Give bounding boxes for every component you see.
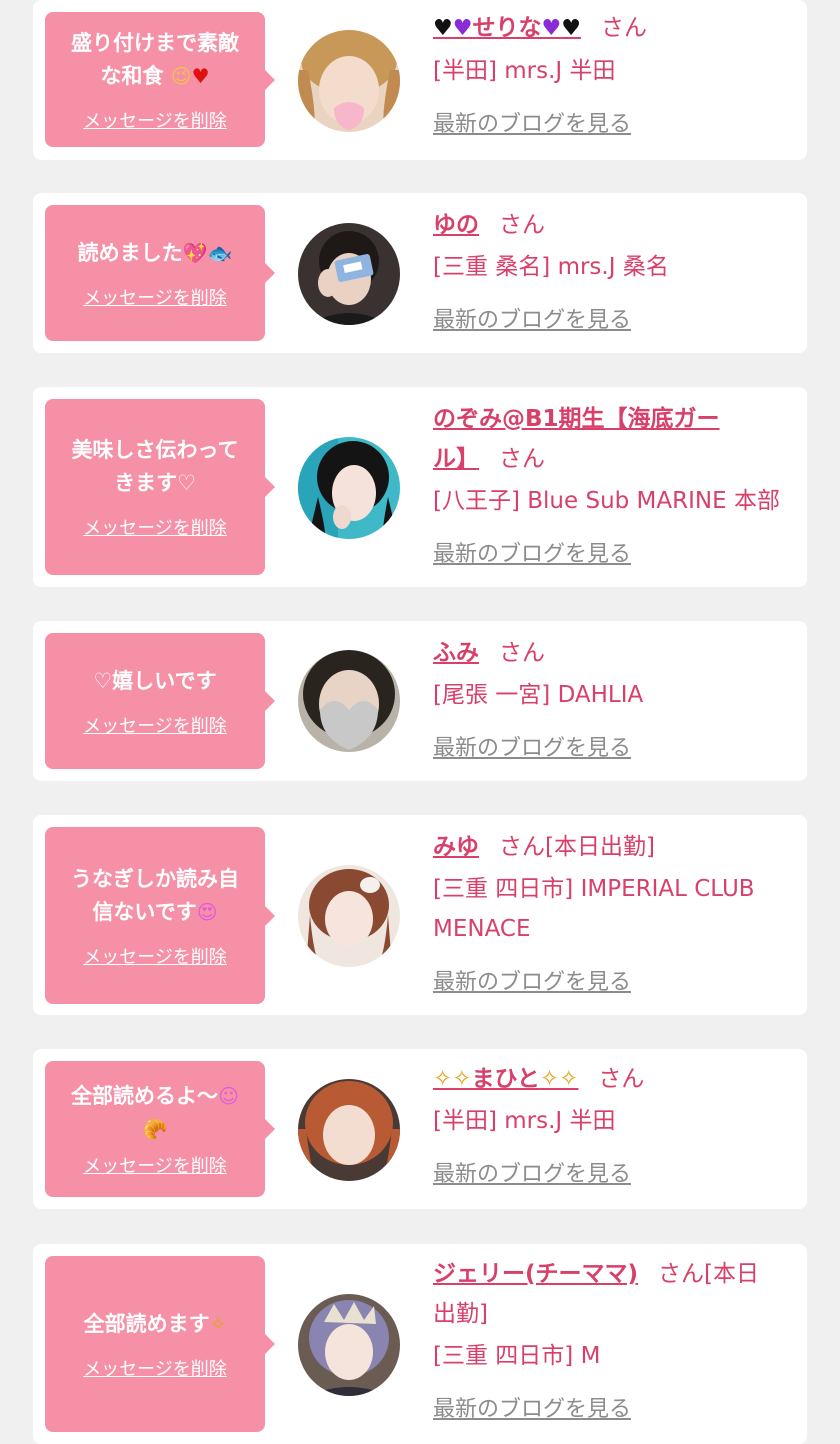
girl-name-link[interactable]: ジェリー(チーママ) bbox=[433, 1261, 638, 1287]
message-bubble: うなぎしか読み自 信ないです😍 メッセージを削除 bbox=[45, 827, 275, 1004]
message-text: 美味しさ伝わって きます♡ bbox=[71, 438, 239, 495]
message-text: うなぎしか読み自 信ないです😍 bbox=[71, 866, 239, 924]
girl-name-link[interactable]: のぞみ@B1期生【海底ガー ル】 bbox=[433, 406, 720, 472]
purple-heart-icon: ♥ bbox=[452, 16, 473, 41]
honorific: さん bbox=[658, 1261, 705, 1287]
red-heart-icon: ♥ bbox=[191, 63, 210, 88]
purple-heart-icon: ♥ bbox=[541, 16, 562, 41]
girl-name-link[interactable]: ふみ bbox=[433, 640, 479, 666]
delete-message-link[interactable]: メッセージを削除 bbox=[83, 712, 227, 738]
delete-message-link[interactable]: メッセージを削除 bbox=[83, 1355, 227, 1381]
delete-message-link[interactable]: メッセージを削除 bbox=[83, 284, 227, 310]
wink-face-icon: 😉 bbox=[170, 63, 192, 88]
delete-message-link[interactable]: メッセージを削除 bbox=[83, 514, 227, 540]
girl-name-link[interactable]: ✧✧まひと✧✧ bbox=[433, 1066, 578, 1092]
avatar[interactable] bbox=[298, 223, 400, 325]
girl-name-link[interactable]: ♥♥せりな♥♥ bbox=[433, 15, 581, 41]
message-text: 全部読めるよ〜☺ 🥐 bbox=[71, 1084, 239, 1141]
avatar[interactable] bbox=[298, 1079, 400, 1181]
avatar[interactable] bbox=[298, 1294, 400, 1396]
girl-info: ふみ さん [尾張 一宮] DAHLIA 最新のブログを見る bbox=[433, 633, 801, 769]
avatar[interactable] bbox=[298, 865, 400, 967]
latest-blog-link[interactable]: 最新のブログを見る bbox=[433, 535, 801, 575]
message-bubble: 全部読めるよ〜☺ 🥐 メッセージを削除 bbox=[45, 1061, 275, 1197]
message-text: 全部読めます✧ bbox=[83, 1311, 227, 1336]
latest-blog-link[interactable]: 最新のブログを見る bbox=[433, 301, 801, 341]
fish-icon: 🐟 bbox=[207, 240, 233, 265]
message-bubble: 読めました💖🐟 メッセージを削除 bbox=[45, 205, 275, 341]
latest-blog-link[interactable]: 最新のブログを見る bbox=[433, 963, 801, 1003]
message-text: 読めました💖🐟 bbox=[77, 240, 233, 265]
sparkling-heart-icon: 💖 bbox=[182, 240, 208, 265]
honorific: さん bbox=[598, 1066, 645, 1092]
message-text: ♡嬉しいです bbox=[93, 668, 217, 693]
delete-message-link[interactable]: メッセージを削除 bbox=[83, 943, 227, 969]
area-shop: [八王子] Blue Sub MARINE 本部 bbox=[433, 488, 780, 514]
area-shop: [三重 四日市] M bbox=[433, 1343, 601, 1369]
sparkles-icon: ✧✧ bbox=[539, 1066, 579, 1092]
girl-info: ♥♥せりな♥♥ さん [半田] mrs.J 半田 最新のブログを見る bbox=[433, 8, 801, 145]
heart-eyes-face-icon: 😍 bbox=[196, 899, 218, 924]
avatar[interactable] bbox=[298, 437, 400, 539]
message-card: 美味しさ伝わって きます♡ メッセージを削除 のぞみ@B1期生【海底ガー ル】 さん… bbox=[33, 387, 807, 587]
area-shop: [半田] mrs.J 半田 bbox=[433, 58, 616, 84]
latest-blog-link[interactable]: 最新のブログを見る bbox=[433, 729, 801, 769]
message-bubble: ♡嬉しいです メッセージを削除 bbox=[45, 633, 275, 769]
girl-info: ゆの さん [三重 桑名] mrs.J 桑名 最新のブログを見る bbox=[433, 205, 801, 341]
sparkles-icon: ✧✧ bbox=[433, 1066, 472, 1092]
message-bubble: 全部読めます✧ メッセージを削除 bbox=[45, 1256, 275, 1432]
girl-info: ジェリー(チーママ) さん[本日 出勤] [三重 四日市] M 最新のブログを見る bbox=[433, 1254, 801, 1430]
message-card: 全部読めるよ〜☺ 🥐 メッセージを削除 ✧✧まひと✧✧ さん [半田] mrs.J… bbox=[33, 1049, 807, 1209]
honorific: さん bbox=[499, 834, 545, 860]
girl-info: のぞみ@B1期生【海底ガー ル】 さん [八王子] Blue Sub MARINE … bbox=[433, 399, 801, 575]
delete-message-link[interactable]: メッセージを削除 bbox=[83, 107, 227, 133]
area-shop: [三重 桑名] mrs.J 桑名 bbox=[433, 254, 669, 280]
delete-message-link[interactable]: メッセージを削除 bbox=[83, 1152, 227, 1178]
message-bubble: 美味しさ伝わって きます♡ メッセージを削除 bbox=[45, 399, 275, 575]
avatar[interactable] bbox=[298, 650, 400, 752]
girl-info: ✧✧まひと✧✧ さん [半田] mrs.J 半田 最新のブログを見る bbox=[433, 1059, 801, 1195]
honorific: さん bbox=[499, 446, 545, 472]
message-card: 全部読めます✧ メッセージを削除 ジェリー(チーママ) さん[本日 出勤] [三重… bbox=[33, 1244, 807, 1444]
sparkles-icon: ✧ bbox=[209, 1311, 227, 1336]
area-shop: [尾張 一宮] DAHLIA bbox=[433, 682, 644, 708]
black-heart-icon: ♥ bbox=[561, 16, 581, 41]
avatar[interactable] bbox=[298, 30, 400, 132]
favorites-list: 盛り付けまで素敵 な和食 😉♥ メッセージを削除 ♥♥せりな♥♥ さん [半田] … bbox=[0, 0, 840, 1444]
message-bubble: 盛り付けまで素敵 な和食 😉♥ メッセージを削除 bbox=[45, 12, 275, 147]
latest-blog-link[interactable]: 最新のブログを見る bbox=[433, 105, 801, 145]
area-shop: [半田] mrs.J 半田 bbox=[433, 1108, 616, 1134]
bread-icon: 🥐 bbox=[142, 1117, 168, 1141]
girl-info: みゆ さん[本日出勤] [三重 四日市] IMPERIAL CLUB MENACE… bbox=[433, 827, 801, 1003]
message-card: 盛り付けまで素敵 な和食 😉♥ メッセージを削除 ♥♥せりな♥♥ さん [半田] … bbox=[33, 0, 807, 160]
work-status: [本日 bbox=[704, 1261, 760, 1287]
message-card: うなぎしか読み自 信ないです😍 メッセージを削除 みゆ さん[本日出勤] [三重 … bbox=[33, 815, 807, 1015]
honorific: さん bbox=[499, 212, 545, 238]
honorific: さん bbox=[600, 15, 647, 41]
work-status: [本日出勤] bbox=[545, 834, 655, 860]
latest-blog-link[interactable]: 最新のブログを見る bbox=[433, 1155, 801, 1195]
message-card: ♡嬉しいです メッセージを削除 ふみ さん [尾張 一宮] DAHLIA 最新のブ… bbox=[33, 621, 807, 781]
black-heart-icon: ♥ bbox=[433, 16, 453, 41]
work-status-cont: 出勤] bbox=[433, 1301, 488, 1327]
latest-blog-link[interactable]: 最新のブログを見る bbox=[433, 1390, 801, 1430]
message-card: 読めました💖🐟 メッセージを削除 ゆの さん [三重 桑名] mrs.J 桑名 最… bbox=[33, 193, 807, 353]
honorific: さん bbox=[499, 640, 545, 666]
girl-name-link[interactable]: ゆの bbox=[433, 212, 479, 238]
message-text: 盛り付けまで素敵 な和食 😉♥ bbox=[71, 30, 239, 88]
girl-name-link[interactable]: みゆ bbox=[433, 834, 479, 860]
area-shop: [三重 四日市] IMPERIAL CLUB MENACE bbox=[433, 876, 755, 942]
smiling-face-icon: ☺ bbox=[218, 1084, 239, 1108]
